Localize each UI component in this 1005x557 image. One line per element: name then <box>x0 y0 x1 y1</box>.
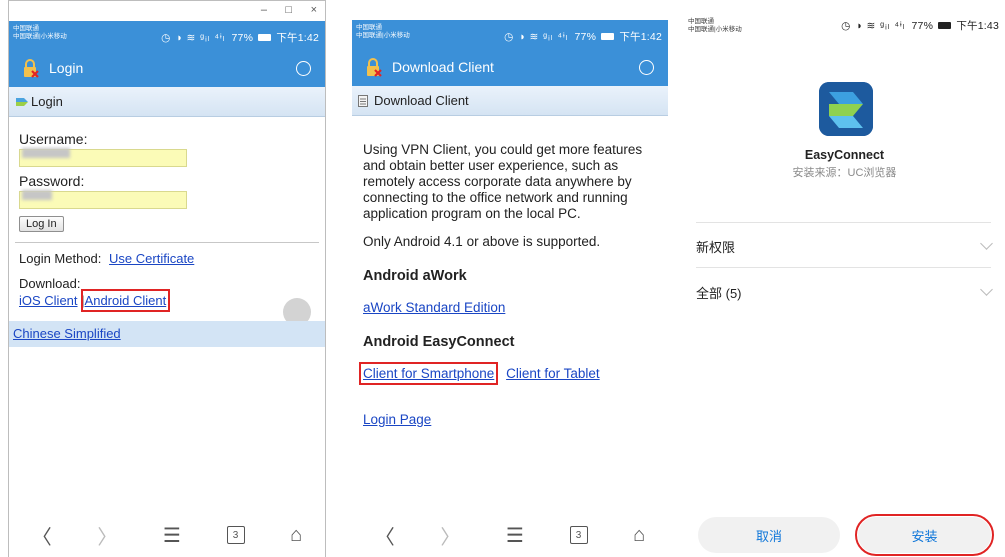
status-time: 下午1:42 <box>619 31 662 43</box>
download-content: Using VPN Client, you could get more fea… <box>352 116 668 440</box>
awork-heading: Android aWork <box>363 268 467 284</box>
download-screen: 中国联通 中国联通|小米移动 ◷ ◑ ≋ ᵍᵢₗ ⁴ᶤₗ 77% 下午1:42 … <box>352 0 668 557</box>
menu-icon[interactable]: ☰ <box>506 523 524 548</box>
intro-text: Using VPN Client, you could get more fea… <box>363 142 643 221</box>
login-header: Login <box>9 51 325 87</box>
download-header: Download Client <box>352 50 668 86</box>
username-label: Username: <box>19 131 88 147</box>
login-button[interactable]: Log In <box>19 216 64 232</box>
android-note: Only Android 4.1 or above is supported. <box>363 234 601 249</box>
forward-icon[interactable]: 〉 <box>440 521 460 550</box>
login-page-link[interactable]: Login Page <box>363 412 431 427</box>
login-method-row: Login Method: Use Certificate <box>9 243 325 266</box>
refresh-icon[interactable] <box>296 61 311 76</box>
login-icon <box>15 96 29 111</box>
home-icon[interactable]: ⌂ <box>633 524 645 547</box>
status-icons: ◷ ◑ ≋ ᵍᵢₗ ⁴ᶤₗ <box>504 31 569 43</box>
menu-icon[interactable]: ☰ <box>163 523 181 548</box>
browser-navbar: 〈 〉 ☰ 3 ⌂ <box>352 513 668 557</box>
close-button[interactable]: × <box>311 4 317 16</box>
cancel-button[interactable]: 取消 <box>698 517 840 553</box>
refresh-icon[interactable] <box>639 60 654 75</box>
install-button[interactable]: 安装 <box>855 514 994 556</box>
maximize-button[interactable]: □ <box>285 4 292 16</box>
smartphone-client-link[interactable]: Client for Smartphone <box>358 362 499 385</box>
status-bar: 中国联通 中国联通|小米移动 ◷ ◑ ≋ ᵍᵢₗ ⁴ᶤₗ 77% 下午1:42 <box>352 20 668 50</box>
battery-icon <box>938 22 952 29</box>
subheader-title: Download Client <box>374 93 469 108</box>
password-input[interactable] <box>19 190 187 209</box>
android-client-link[interactable]: Android Client <box>80 289 171 312</box>
login-form: Username: Password: Log In <box>9 117 325 232</box>
document-icon <box>358 95 368 110</box>
carrier-line-1: 中国联通 <box>356 24 382 31</box>
carrier-line-2: 中国联通|小米移动 <box>356 32 410 39</box>
login-screen: – □ × 中国联通 中国联通|小米移动 ◷ ◑ ≋ ᵍᵢₗ ⁴ᶤₗ 77% 下… <box>8 0 326 557</box>
lock-icon <box>364 58 384 83</box>
status-icons: ◷ ◑ ≋ ᵍᵢₗ ⁴ᶤₗ <box>841 20 906 32</box>
subheader-title: Login <box>31 94 63 109</box>
all-permissions-row[interactable]: 全部 (5) <box>696 272 993 312</box>
installer-screen: 中国联通 中国联通|小米移动 ◷ ◑ ≋ ᵍᵢₗ ⁴ᶤₗ 77% 下午1:43 … <box>684 0 1005 557</box>
divider <box>696 222 991 223</box>
carrier-line-1: 中国联通 <box>688 18 714 25</box>
easyconnect-heading: Android EasyConnect <box>363 334 515 350</box>
battery-icon <box>601 33 615 40</box>
back-icon[interactable]: 〈 <box>32 521 52 550</box>
tabs-icon[interactable]: 3 <box>569 526 588 544</box>
password-label: Password: <box>19 173 85 189</box>
all-permissions-label: 全部 (5) <box>696 285 742 301</box>
carrier-info: 中国联通 中国联通|小米移动 <box>688 18 742 34</box>
status-right: ◷ ◑ ≋ ᵍᵢₗ ⁴ᶤₗ 77% 下午1:42 <box>161 30 319 45</box>
use-certificate-link[interactable]: Use Certificate <box>109 251 194 266</box>
window-titlebar: – □ × <box>9 1 325 21</box>
battery-icon <box>258 34 272 41</box>
app-icon <box>819 82 873 136</box>
ios-client-link[interactable]: iOS Client <box>19 293 78 308</box>
carrier-info: 中国联通 中国联通|小米移动 <box>13 25 67 41</box>
header-title: Download Client <box>392 59 494 75</box>
awork-link[interactable]: aWork Standard Edition <box>363 300 505 315</box>
status-bar: 中国联通 中国联通|小米移动 ◷ ◑ ≋ ᵍᵢₗ ⁴ᶤₗ 77% 下午1:42 <box>9 21 325 51</box>
app-name: EasyConnect <box>804 148 885 162</box>
language-link[interactable]: Chinese Simplified <box>13 326 121 341</box>
battery-level: 77% <box>911 20 934 32</box>
download-links: iOS Client |Android Client <box>9 289 325 312</box>
status-right: ◷ ◑ ≋ ᵍᵢₗ ⁴ᶤₗ 77% 下午1:43 <box>841 18 999 33</box>
new-permissions-label: 新权限 <box>696 239 736 255</box>
download-label: Download: <box>19 276 81 291</box>
back-icon[interactable]: 〈 <box>375 521 395 550</box>
minimize-button[interactable]: – <box>261 4 267 16</box>
username-input[interactable] <box>19 148 187 167</box>
new-permissions-row[interactable]: 新权限 <box>696 226 993 266</box>
status-right: ◷ ◑ ≋ ᵍᵢₗ ⁴ᶤₗ 77% 下午1:42 <box>504 29 662 44</box>
status-bar: 中国联通 中国联通|小米移动 ◷ ◑ ≋ ᵍᵢₗ ⁴ᶤₗ 77% 下午1:43 <box>684 14 1005 44</box>
tablet-client-link[interactable]: Client for Tablet <box>506 366 600 381</box>
tabs-icon[interactable]: 3 <box>226 526 245 544</box>
carrier-line-2: 中国联通|小米移动 <box>688 26 742 33</box>
divider <box>696 267 991 268</box>
lock-icon <box>21 59 41 84</box>
header-title: Login <box>49 60 84 76</box>
forward-icon[interactable]: 〉 <box>97 521 117 550</box>
status-time: 下午1:43 <box>956 20 999 32</box>
install-source: 安装来源：UC浏览器 <box>792 167 897 179</box>
login-subheader: Login <box>9 87 325 117</box>
download-subheader: Download Client <box>352 86 668 116</box>
battery-level: 77% <box>231 32 254 44</box>
battery-level: 77% <box>574 31 597 43</box>
carrier-info: 中国联通 中国联通|小米移动 <box>356 24 410 40</box>
browser-navbar: 〈 〉 ☰ 3 ⌂ <box>9 513 325 557</box>
chevron-down-icon <box>980 283 993 296</box>
language-bar: Chinese Simplified <box>9 321 325 347</box>
chevron-down-icon <box>980 237 993 250</box>
home-icon[interactable]: ⌂ <box>290 524 302 547</box>
status-time: 下午1:42 <box>276 32 319 44</box>
status-icons: ◷ ◑ ≋ ᵍᵢₗ ⁴ᶤₗ <box>161 32 226 44</box>
login-method-label: Login Method: <box>19 251 102 266</box>
carrier-line-1: 中国联通 <box>13 25 39 32</box>
carrier-line-2: 中国联通|小米移动 <box>13 33 67 40</box>
